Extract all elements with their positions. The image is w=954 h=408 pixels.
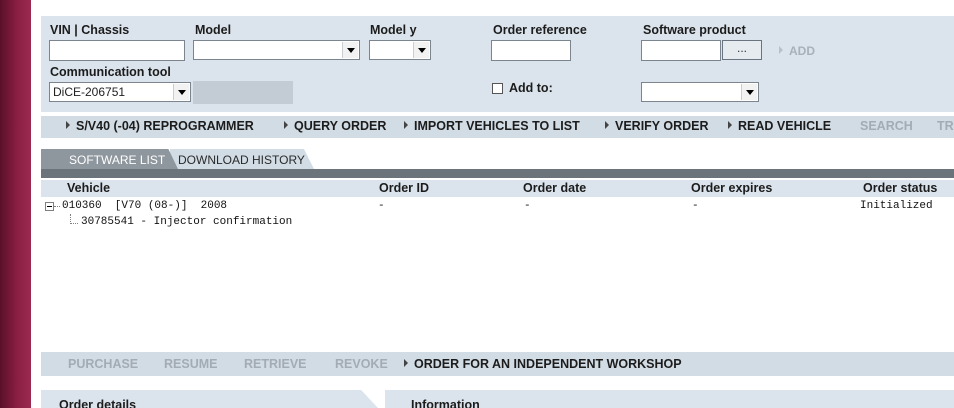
tree-connector xyxy=(54,206,60,207)
chevron-down-icon[interactable] xyxy=(342,42,358,58)
tab-divider xyxy=(41,169,954,178)
add-to-select[interactable] xyxy=(641,82,759,102)
query-order-label: QUERY ORDER xyxy=(294,119,387,133)
tab-software-list[interactable]: SOFTWARE LIST xyxy=(41,149,178,169)
reprogrammer-label: S/V40 (-04) REPROGRAMMER xyxy=(76,119,254,133)
model-label: Model xyxy=(195,23,232,37)
chevron-down-icon[interactable] xyxy=(173,84,189,100)
model-select[interactable] xyxy=(193,40,360,60)
import-vehicles-label: IMPORT VEHICLES TO LIST xyxy=(414,119,580,133)
import-vehicles-button[interactable]: IMPORT VEHICLES TO LIST xyxy=(404,119,580,133)
triangle-right-icon xyxy=(284,121,288,129)
communication-tool-select[interactable]: DiCE-206751 xyxy=(49,82,191,102)
tab-download-history[interactable]: DOWNLOAD HISTORY xyxy=(170,149,314,169)
column-order-date[interactable]: Order date xyxy=(523,181,586,195)
triangle-right-icon xyxy=(779,46,783,54)
action-toolbar: S/V40 (-04) REPROGRAMMER QUERY ORDER IMP… xyxy=(41,116,954,138)
resume-button[interactable]: RESUME xyxy=(164,357,217,371)
triangle-right-icon xyxy=(404,121,408,129)
browse-button[interactable]: ... xyxy=(722,40,762,60)
software-item: 30785541 - Injector confirmation xyxy=(81,216,293,228)
information-panel: Information xyxy=(385,390,954,408)
column-order-expires[interactable]: Order expires xyxy=(691,181,772,195)
table-header: Vehicle Order ID Order date Order expire… xyxy=(41,180,954,197)
column-order-id[interactable]: Order ID xyxy=(379,181,429,195)
triangle-right-icon xyxy=(605,121,609,129)
model-year-select[interactable] xyxy=(369,40,431,60)
add-to-label: Add to: xyxy=(509,81,553,95)
add-button[interactable]: ADD xyxy=(779,44,815,58)
triangle-right-icon xyxy=(728,121,732,129)
communication-tool-value: DiCE-206751 xyxy=(53,85,126,99)
tool-status-field xyxy=(193,81,293,104)
independent-workshop-button[interactable]: ORDER FOR AN INDEPENDENT WORKSHOP xyxy=(404,357,682,371)
add-button-label: ADD xyxy=(789,44,815,58)
brand-side-bar xyxy=(0,0,31,408)
retrieve-button[interactable]: RETRIEVE xyxy=(244,357,307,371)
software-product-input[interactable] xyxy=(641,40,721,61)
vehicle-cell: 010360 [V70 (08-)] 2008 xyxy=(62,200,228,212)
query-order-button[interactable]: QUERY ORDER xyxy=(284,119,386,133)
chevron-down-icon[interactable] xyxy=(741,84,757,100)
triangle-right-icon xyxy=(66,121,70,129)
information-title: Information xyxy=(411,398,480,408)
order-details-panel: Order details xyxy=(41,390,378,408)
independent-workshop-label: ORDER FOR AN INDEPENDENT WORKSHOP xyxy=(414,357,682,371)
side-separator xyxy=(31,0,40,408)
verify-order-button[interactable]: VERIFY ORDER xyxy=(605,119,709,133)
chevron-down-icon[interactable] xyxy=(413,42,429,58)
search-button[interactable]: SEARCH xyxy=(860,119,913,133)
read-vehicle-button[interactable]: READ VEHICLE xyxy=(728,119,831,133)
truncated-action-button[interactable]: TR xyxy=(937,119,954,133)
add-to-checkbox[interactable] xyxy=(492,83,503,94)
order-action-toolbar: PURCHASE RESUME RETRIEVE REVOKE ORDER FO… xyxy=(41,352,954,376)
top-strip xyxy=(40,0,954,16)
vin-input[interactable] xyxy=(49,40,185,61)
tree-collapse-icon[interactable] xyxy=(45,202,54,211)
order-reference-label: Order reference xyxy=(493,23,587,37)
order-details-title: Order details xyxy=(59,398,137,408)
software-product-label: Software product xyxy=(643,23,746,37)
tree-connector xyxy=(70,223,78,224)
order-id-cell: - xyxy=(378,200,385,212)
order-date-cell: - xyxy=(524,200,531,212)
read-vehicle-label: READ VEHICLE xyxy=(738,119,832,133)
verify-order-label: VERIFY ORDER xyxy=(615,119,709,133)
search-form-panel: VIN | Chassis Model Model y Order refere… xyxy=(41,16,954,112)
purchase-button[interactable]: PURCHASE xyxy=(68,357,138,371)
revoke-button[interactable]: REVOKE xyxy=(335,357,388,371)
triangle-right-icon xyxy=(404,359,408,367)
column-vehicle[interactable]: Vehicle xyxy=(67,181,110,195)
reprogrammer-button[interactable]: S/V40 (-04) REPROGRAMMER xyxy=(66,119,254,133)
column-order-status[interactable]: Order status xyxy=(863,181,937,195)
order-reference-input[interactable] xyxy=(491,40,571,61)
model-year-label: Model y xyxy=(370,23,417,37)
order-expires-cell: - xyxy=(692,200,699,212)
communication-tool-label: Communication tool xyxy=(50,65,171,79)
vin-label: VIN | Chassis xyxy=(50,23,130,37)
order-status-cell: Initialized xyxy=(860,200,933,212)
